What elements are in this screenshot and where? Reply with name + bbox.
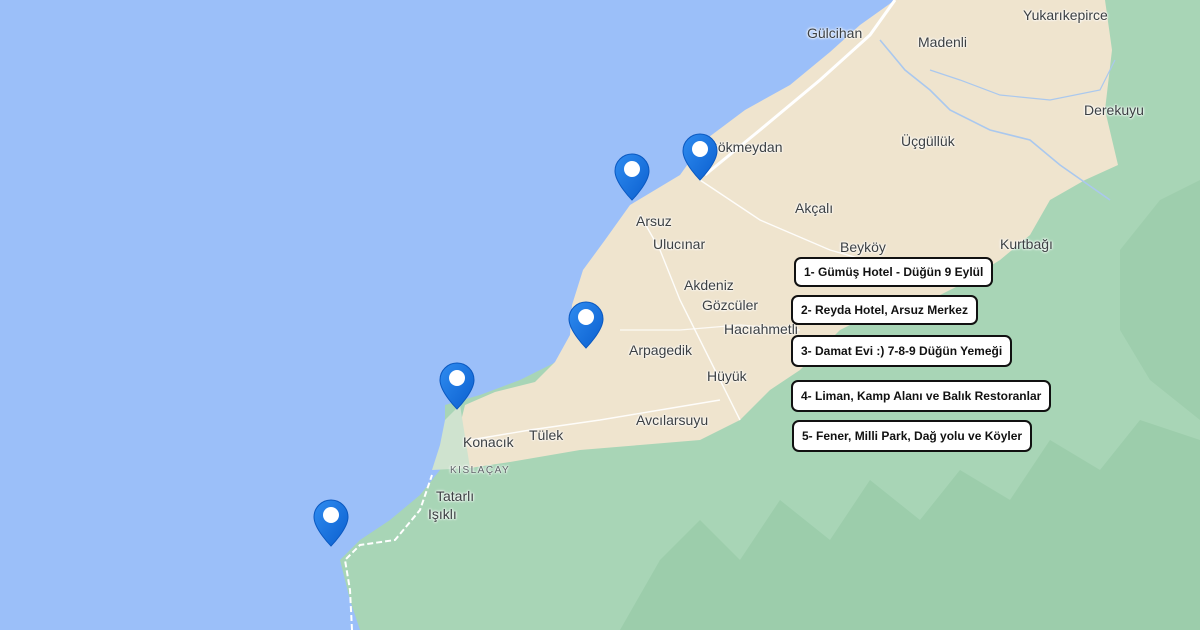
location-pin-icon[interactable] bbox=[682, 133, 718, 181]
place-tatarli: Tatarlı bbox=[436, 488, 475, 504]
place-derekuyu: Derekuyu bbox=[1084, 102, 1144, 118]
place-akcali: Akçalı bbox=[795, 200, 834, 216]
place-isikli: Işıklı bbox=[428, 506, 457, 522]
place-kislacay: KISLAÇAY bbox=[450, 465, 511, 476]
place-beykoy: Beyköy bbox=[840, 239, 886, 255]
legend-item-5: 5- Fener, Milli Park, Dağ yolu ve Köyler bbox=[792, 420, 1033, 452]
place-ucgulluk: Üçgüllük bbox=[901, 133, 955, 149]
legend-item-3: 3- Damat Evi :) 7-8-9 Düğün Yemeği bbox=[791, 335, 1013, 367]
place-haciahmetli: Hacıahmetli bbox=[724, 321, 798, 337]
location-pin-icon[interactable] bbox=[313, 499, 349, 547]
place-tulek: Tülek bbox=[529, 427, 564, 443]
place-gulcihan: Gülcihan bbox=[807, 25, 863, 41]
place-arpagedik: Arpagedik bbox=[629, 342, 693, 358]
place-akdeniz: Akdeniz bbox=[684, 277, 734, 293]
legend-item-2: 2- Reyda Hotel, Arsuz Merkez bbox=[791, 295, 978, 325]
place-huyuk: Hüyük bbox=[707, 368, 747, 384]
place-gokmeydan: Gökmeydan bbox=[707, 139, 783, 155]
place-arsuz: Arsuz bbox=[636, 213, 672, 229]
place-gozculer: Gözcüler bbox=[702, 297, 759, 313]
location-pin-icon[interactable] bbox=[614, 153, 650, 201]
place-konacik: Konacık bbox=[463, 434, 514, 450]
location-pin-icon[interactable] bbox=[568, 301, 604, 349]
place-ulucinar: Ulucınar bbox=[653, 236, 706, 252]
location-pin-icon[interactable] bbox=[439, 362, 475, 410]
legend-item-4: 4- Liman, Kamp Alanı ve Balık Restoranla… bbox=[791, 380, 1052, 412]
legend-item-1: 1- Gümüş Hotel - Düğün 9 Eylül bbox=[794, 257, 994, 287]
place-madenli: Madenli bbox=[918, 34, 968, 50]
place-avcilarsuyu: Avcılarsuyu bbox=[636, 412, 709, 428]
place-kurtbagi: Kurtbağı bbox=[1000, 236, 1053, 252]
place-yukarikepirce: Yukarıkepirce bbox=[1023, 7, 1108, 23]
